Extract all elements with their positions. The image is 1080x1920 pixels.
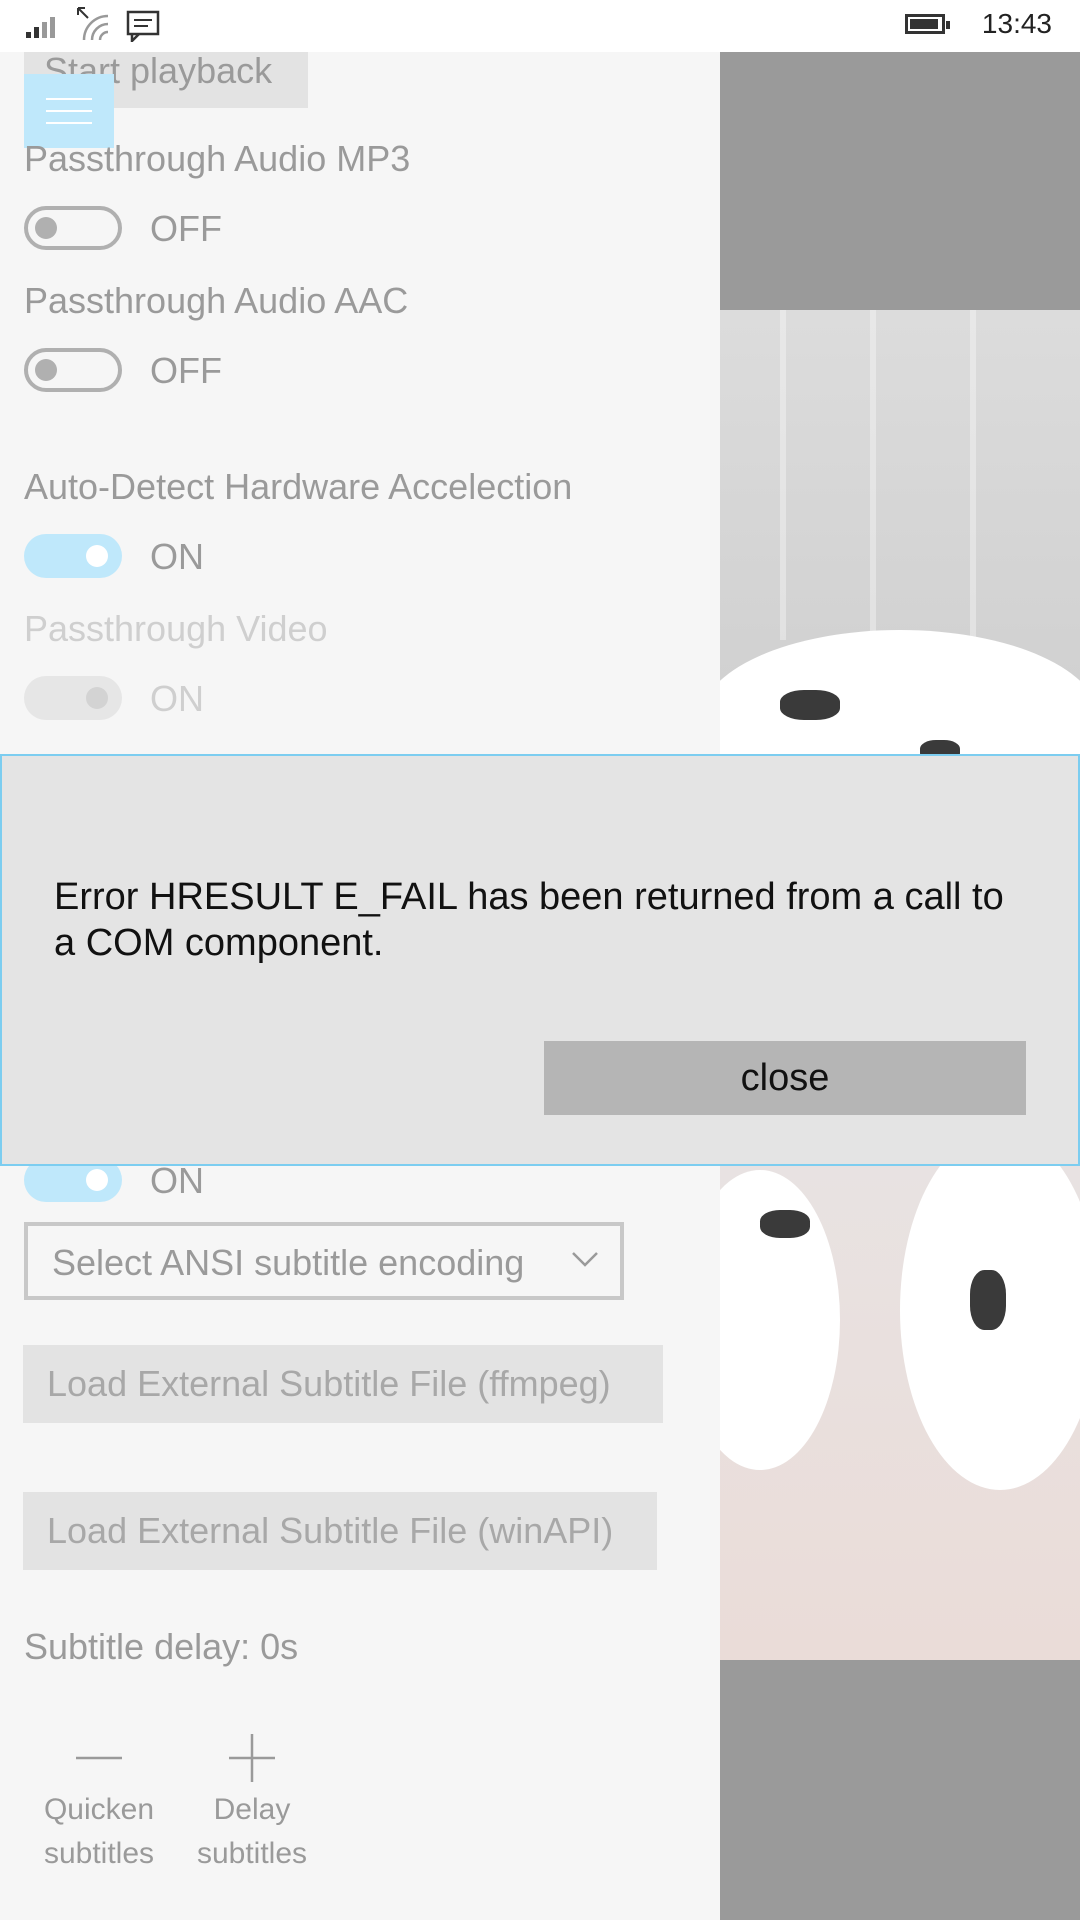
subtitle-toggle-state: ON bbox=[150, 1160, 204, 1201]
passthrough-video-toggle[interactable] bbox=[24, 676, 122, 720]
passthrough-video-label: Passthrough Video bbox=[24, 608, 328, 649]
ansi-encoding-placeholder: Select ANSI subtitle encoding bbox=[52, 1242, 525, 1283]
toggle-knob bbox=[86, 687, 108, 709]
toggle-knob bbox=[86, 545, 108, 567]
subtitle-delay-text: Subtitle delay: 0s bbox=[24, 1626, 299, 1667]
signal-icon bbox=[26, 17, 55, 38]
hamburger-menu-button[interactable] bbox=[24, 74, 114, 148]
error-dialog: Error HRESULT E_FAIL has been returned f… bbox=[0, 754, 1080, 1166]
ansi-encoding-select[interactable]: Select ANSI subtitle encoding bbox=[24, 1222, 624, 1300]
load-subtitle-winapi-button[interactable]: Load External Subtitle File (winAPI) bbox=[23, 1492, 657, 1570]
fur-spot bbox=[760, 1210, 810, 1238]
passthrough-mp3-toggle[interactable] bbox=[24, 206, 122, 250]
close-button-label: close bbox=[740, 1057, 830, 1099]
curtain-fold bbox=[870, 310, 876, 640]
curtain-fold bbox=[780, 310, 786, 640]
toggle-knob bbox=[35, 359, 57, 381]
fur-spot bbox=[970, 1270, 1006, 1330]
chevron-down-icon bbox=[572, 1252, 598, 1267]
auto-detect-hw-toggle[interactable] bbox=[24, 534, 122, 578]
error-message: Error HRESULT E_FAIL has been returned f… bbox=[54, 876, 1004, 964]
toggle-knob bbox=[35, 217, 57, 239]
passthrough-aac-toggle[interactable] bbox=[24, 348, 122, 392]
hamburger-line bbox=[46, 110, 92, 112]
auto-detect-hw-state: ON bbox=[150, 536, 204, 577]
fur-spot bbox=[780, 690, 840, 720]
passthrough-mp3-label: Passthrough Audio MP3 bbox=[24, 138, 411, 179]
wifi-icon bbox=[77, 7, 109, 41]
close-button[interactable]: close bbox=[544, 1041, 1026, 1115]
clock: 13:43 bbox=[981, 8, 1052, 39]
load-subtitle-winapi-label: Load External Subtitle File (winAPI) bbox=[47, 1510, 614, 1551]
load-subtitle-ffmpeg-label: Load External Subtitle File (ffmpeg) bbox=[47, 1363, 611, 1404]
passthrough-aac-label: Passthrough Audio AAC bbox=[24, 280, 409, 321]
load-subtitle-ffmpeg-button[interactable]: Load External Subtitle File (ffmpeg) bbox=[23, 1345, 663, 1423]
delay-label-line1: Delay bbox=[213, 1793, 291, 1826]
delay-subtitles-button[interactable]: Delay subtitles bbox=[177, 1732, 327, 1876]
passthrough-aac-state: OFF bbox=[150, 350, 222, 391]
status-bar: 13:43 bbox=[0, 0, 1080, 52]
passthrough-video-state: ON bbox=[150, 678, 204, 719]
plus-icon bbox=[229, 1734, 275, 1782]
curtain-fold bbox=[970, 310, 976, 640]
toggle-knob bbox=[86, 1169, 108, 1191]
battery-icon bbox=[905, 14, 950, 34]
minus-icon bbox=[76, 1756, 122, 1760]
quicken-label-line2: subtitles bbox=[43, 1837, 155, 1870]
hamburger-line bbox=[46, 98, 92, 100]
quicken-subtitles-button[interactable]: Quicken subtitles bbox=[24, 1732, 174, 1876]
quicken-label-line1: Quicken bbox=[43, 1793, 155, 1826]
delay-label-line2: subtitles bbox=[196, 1837, 308, 1870]
passthrough-mp3-state: OFF bbox=[150, 208, 222, 249]
message-icon bbox=[126, 10, 160, 42]
hamburger-line bbox=[46, 122, 92, 124]
auto-detect-hw-label: Auto-Detect Hardware Accelection bbox=[24, 466, 573, 507]
